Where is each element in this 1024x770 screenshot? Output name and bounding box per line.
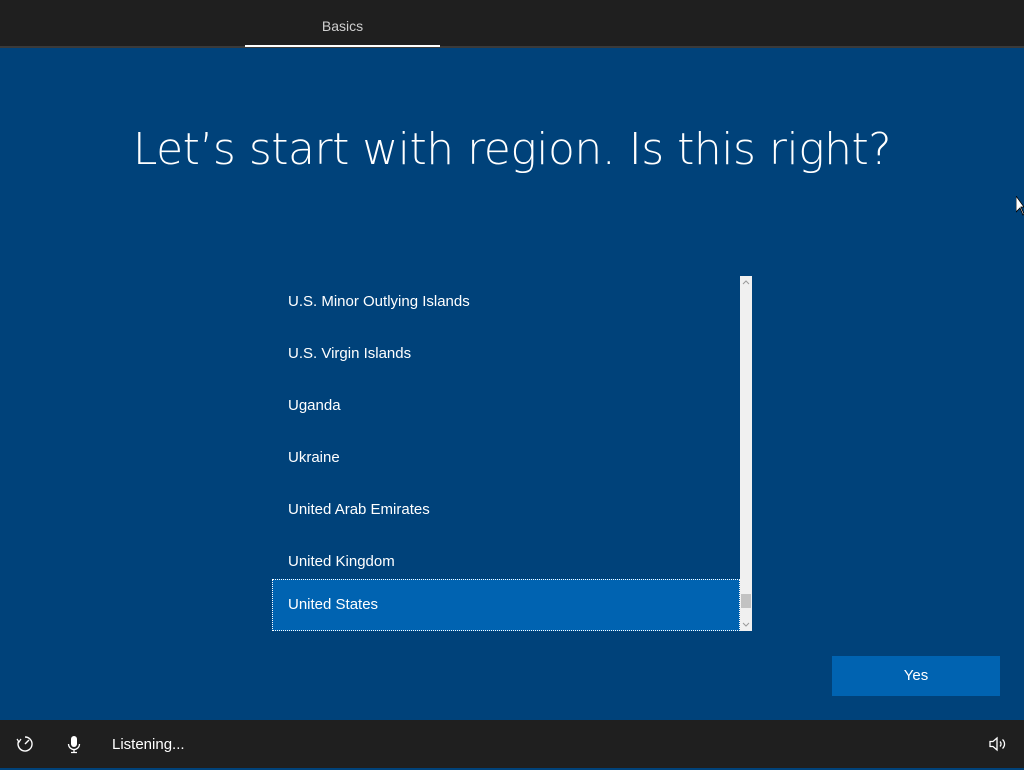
volume-icon[interactable] [987, 734, 1007, 754]
mouse-cursor-icon [1015, 194, 1024, 220]
list-item[interactable]: U.S. Virgin Islands [272, 328, 740, 380]
tab-active-indicator [245, 45, 440, 47]
chevron-up-icon[interactable] [740, 276, 752, 290]
list-item[interactable]: Uganda [272, 380, 740, 432]
bottom-bar: Listening... [0, 720, 1024, 768]
list-item[interactable]: Ukraine [272, 432, 740, 484]
scrollbar-thumb[interactable] [741, 594, 751, 608]
tab-basics: Basics [321, 18, 364, 34]
microphone-icon[interactable] [64, 734, 84, 754]
region-list[interactable]: U.S. Minor Outlying Islands U.S. Virgin … [272, 276, 752, 631]
ease-of-access-icon[interactable] [15, 734, 35, 754]
chevron-down-icon[interactable] [740, 617, 752, 631]
list-scrollbar[interactable] [740, 276, 752, 631]
top-bar: Basics [0, 0, 1024, 48]
list-item[interactable]: United Arab Emirates [272, 484, 740, 536]
list-item-selected[interactable]: United States [272, 579, 740, 631]
listening-status: Listening... [112, 736, 185, 753]
list-item[interactable]: U.S. Minor Outlying Islands [272, 276, 740, 328]
yes-button[interactable]: Yes [832, 656, 1000, 696]
page-title: Let’s start with region. Is this right? [132, 124, 892, 175]
